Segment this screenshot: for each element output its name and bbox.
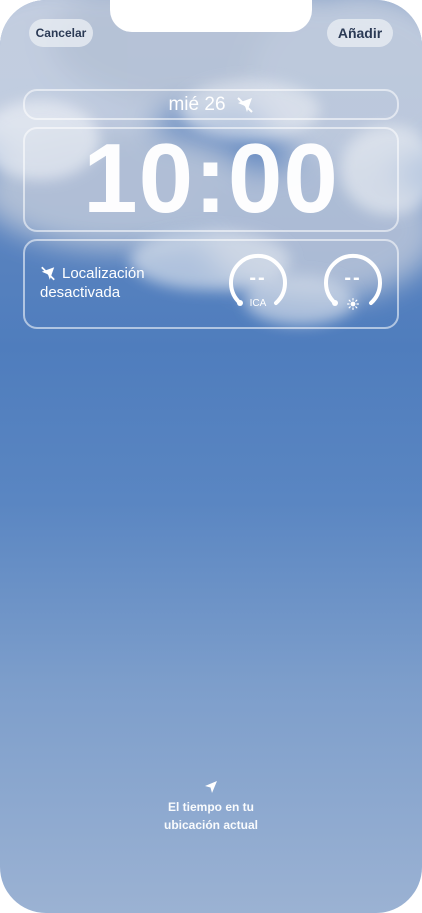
device-notch <box>110 0 312 32</box>
location-slash-icon <box>236 96 254 113</box>
cancel-button[interactable]: Cancelar <box>29 19 93 47</box>
air-quality-label: ICA <box>249 298 267 309</box>
weather-hint-line2: ubicación actual <box>163 818 259 832</box>
lockscreen-time: 10:00 <box>83 122 339 233</box>
location-arrow-icon <box>111 780 311 794</box>
air-quality-value: -- <box>249 267 267 289</box>
uv-index-value: -- <box>344 267 362 289</box>
uv-index-gauge[interactable]: -- <box>321 253 385 313</box>
date-widget: mié 26 <box>23 89 399 120</box>
weather-hint-line1: El tiempo en tu <box>167 800 254 814</box>
location-widget[interactable]: Localización desactivada <box>40 264 145 302</box>
date-text: mié 26 <box>168 93 226 115</box>
lockscreen-editor: Cancelar Añadir mié 26 10:00 Localizació… <box>0 0 422 913</box>
location-status-line2: desactivada <box>40 284 121 301</box>
location-status-line1: Localización <box>62 265 145 282</box>
sun-icon <box>347 297 359 315</box>
weather-location-hint: El tiempo en tu ubicación actual <box>111 780 311 834</box>
location-slash-icon <box>40 266 56 281</box>
add-button[interactable]: Añadir <box>327 19 393 47</box>
air-quality-gauge[interactable]: -- ICA <box>226 253 290 313</box>
